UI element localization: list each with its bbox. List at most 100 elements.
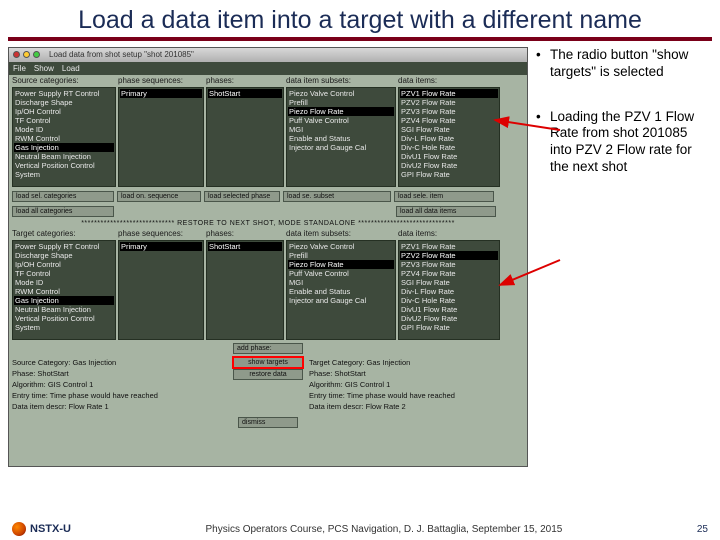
src-seq-list[interactable]: Primary (118, 87, 204, 187)
list-item[interactable]: Piezo Valve Control (288, 89, 394, 98)
src-items-list[interactable]: PZV1 Flow RatePZV2 Flow RatePZV3 Flow Ra… (398, 87, 500, 187)
list-item[interactable]: System (14, 170, 114, 179)
list-item[interactable]: Enable and Status (288, 134, 394, 143)
list-item[interactable]: Power Supply RT Control (14, 89, 114, 98)
titlebar: Load data from shot setup "shot 201085" (9, 48, 527, 62)
list-item[interactable]: TF Control (14, 269, 114, 278)
list-item[interactable]: Vertical Position Control (14, 314, 114, 323)
list-item[interactable]: Ip/OH Control (14, 260, 114, 269)
list-item[interactable]: Neutral Beam Injection (14, 305, 114, 314)
list-item[interactable]: Puff Valve Control (288, 116, 394, 125)
tgt-seq-list[interactable]: Primary (118, 240, 204, 340)
list-item[interactable]: Mode ID (14, 278, 114, 287)
tgt-cat-list[interactable]: Power Supply RT ControlDischarge ShapeIp… (12, 240, 116, 340)
window-title: Load data from shot setup "shot 201085" (49, 50, 194, 59)
bullet-1: The radio button "show targets" is selec… (536, 47, 706, 81)
list-item[interactable]: Mode ID (14, 125, 114, 134)
menu-load[interactable]: Load (62, 64, 80, 73)
footer-text: Physics Operators Course, PCS Navigation… (205, 524, 562, 535)
add-phase-button[interactable]: add phase: (233, 343, 303, 354)
load-se-subset-button[interactable]: load se. subset (283, 191, 391, 202)
list-item[interactable]: Gas Injection (14, 143, 114, 152)
list-item[interactable]: Div-C Hole Rate (400, 143, 498, 152)
list-item[interactable]: Piezo Flow Rate (288, 260, 394, 269)
hdr-phases2: phases: (206, 229, 284, 238)
load-on-seq-button[interactable]: load on. sequence (117, 191, 201, 202)
source-row: Power Supply RT ControlDischarge ShapeIp… (9, 85, 527, 189)
list-item[interactable]: TF Control (14, 116, 114, 125)
list-item[interactable]: Enable and Status (288, 287, 394, 296)
tgt-subset-list[interactable]: Piezo Valve ControlPrefillPiezo Flow Rat… (286, 240, 396, 340)
list-item[interactable]: Div-C Hole Rate (400, 296, 498, 305)
tgt-items-list[interactable]: PZV1 Flow RatePZV2 Flow RatePZV3 Flow Ra… (398, 240, 500, 340)
list-item[interactable]: Ip/OH Control (14, 107, 114, 116)
src-cat-list[interactable]: Power Supply RT ControlDischarge ShapeIp… (12, 87, 116, 187)
list-item[interactable]: PZV2 Flow Rate (400, 251, 498, 260)
list-item[interactable]: Prefill (288, 251, 394, 260)
list-item[interactable]: PZV2 Flow Rate (400, 98, 498, 107)
list-item[interactable]: System (14, 323, 114, 332)
list-item[interactable]: Piezo Flow Rate (288, 107, 394, 116)
list-item[interactable]: Puff Valve Control (288, 269, 394, 278)
restore-banner: ***************************** RESTORE TO… (9, 219, 527, 228)
bullet-2: Loading the PZV 1 Flow Rate from shot 20… (536, 109, 706, 177)
list-item[interactable]: Piezo Valve Control (288, 242, 394, 251)
list-item[interactable]: DivU1 Flow Rate (400, 305, 498, 314)
list-item[interactable]: Div-L Flow Rate (400, 287, 498, 296)
list-item[interactable]: Primary (120, 89, 202, 98)
list-item[interactable]: Injector and Gauge Cal (288, 143, 394, 152)
list-item[interactable]: Primary (120, 242, 202, 251)
list-item[interactable]: DivU2 Flow Rate (400, 161, 498, 170)
list-item[interactable]: PZV3 Flow Rate (400, 260, 498, 269)
menu-show[interactable]: Show (34, 64, 54, 73)
list-item[interactable]: ShotStart (208, 89, 282, 98)
app-window: Load data from shot setup "shot 201085" … (8, 47, 528, 467)
hdr-ph-seq: phase sequences: (118, 76, 204, 85)
target-info: Target Category: Gas Injection Phase: Sh… (309, 357, 524, 412)
load-all-items-button[interactable]: load all data items (396, 206, 496, 217)
list-item[interactable]: Div-L Flow Rate (400, 134, 498, 143)
list-item[interactable]: RWM Control (14, 287, 114, 296)
list-item[interactable]: Discharge Shape (14, 98, 114, 107)
list-item[interactable]: GPI Flow Rate (400, 170, 498, 179)
list-item[interactable]: GPI Flow Rate (400, 323, 498, 332)
list-item[interactable]: Injector and Gauge Cal (288, 296, 394, 305)
list-item[interactable]: Prefill (288, 98, 394, 107)
list-item[interactable]: PZV4 Flow Rate (400, 116, 498, 125)
list-item[interactable]: Discharge Shape (14, 251, 114, 260)
list-item[interactable]: PZV1 Flow Rate (400, 242, 498, 251)
list-item[interactable]: Power Supply RT Control (14, 242, 114, 251)
list-item[interactable]: SGI Flow Rate (400, 278, 498, 287)
dismiss-button[interactable]: dismiss (238, 417, 298, 428)
minimize-icon[interactable] (23, 51, 30, 58)
list-item[interactable]: PZV3 Flow Rate (400, 107, 498, 116)
load-sele-item-button[interactable]: load sele. item (394, 191, 494, 202)
close-icon[interactable] (13, 51, 20, 58)
logo: NSTX-U (12, 522, 71, 536)
hdr-phases: phases: (206, 76, 284, 85)
page-number: 25 (697, 524, 708, 535)
load-sel-cat-button[interactable]: load sel. categories (12, 191, 114, 202)
list-item[interactable]: Gas Injection (14, 296, 114, 305)
src-subset-list[interactable]: Piezo Valve ControlPrefillPiezo Flow Rat… (286, 87, 396, 187)
list-item[interactable]: PZV1 Flow Rate (400, 89, 498, 98)
zoom-icon[interactable] (33, 51, 40, 58)
list-item[interactable]: DivU2 Flow Rate (400, 314, 498, 323)
restore-data-button[interactable]: restore data (233, 369, 303, 380)
list-item[interactable]: MGI (288, 278, 394, 287)
load-all-cat-button[interactable]: load all categories (12, 206, 114, 217)
list-item[interactable]: Neutral Beam Injection (14, 152, 114, 161)
show-targets-button[interactable]: show targets (233, 357, 303, 368)
load-selected-phase-button[interactable]: load selected phase (204, 191, 280, 202)
menu-file[interactable]: File (13, 64, 26, 73)
list-item[interactable]: DivU1 Flow Rate (400, 152, 498, 161)
list-item[interactable]: RWM Control (14, 134, 114, 143)
tgt-phase-list[interactable]: ShotStart (206, 240, 284, 340)
list-item[interactable]: PZV4 Flow Rate (400, 269, 498, 278)
title-underline (8, 37, 712, 41)
list-item[interactable]: ShotStart (208, 242, 282, 251)
list-item[interactable]: Vertical Position Control (14, 161, 114, 170)
src-phase-list[interactable]: ShotStart (206, 87, 284, 187)
list-item[interactable]: MGI (288, 125, 394, 134)
list-item[interactable]: SGI Flow Rate (400, 125, 498, 134)
